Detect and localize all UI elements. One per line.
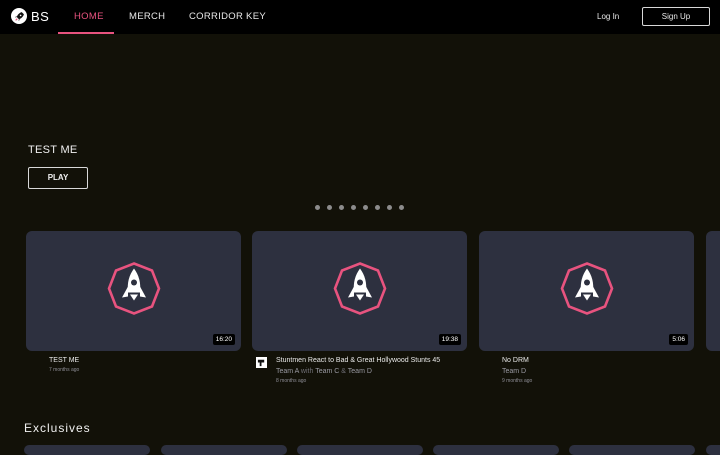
nav-merch[interactable]: MERCH — [129, 0, 165, 34]
team-link[interactable]: Team D — [348, 368, 372, 375]
video-card-meta: TEST ME 7 months ago — [49, 357, 79, 373]
nav-corridor-key[interactable]: CORRIDOR KEY — [189, 0, 266, 34]
video-title[interactable]: No DRM — [502, 357, 532, 364]
carousel-dots — [315, 205, 404, 210]
exclusive-card[interactable] — [297, 445, 423, 455]
carousel-dot[interactable] — [387, 205, 392, 210]
video-card-thumbnail[interactable]: 16:20 — [26, 231, 241, 351]
video-title[interactable]: TEST ME — [49, 357, 79, 364]
brand-logo[interactable]: BS — [11, 8, 49, 24]
carousel-dot[interactable] — [315, 205, 320, 210]
signup-button[interactable]: Sign Up — [642, 7, 710, 26]
video-date: 9 months ago — [502, 378, 533, 384]
carousel-dot[interactable] — [339, 205, 344, 210]
rocket-placeholder-icon — [106, 261, 162, 322]
carousel-dot[interactable] — [363, 205, 368, 210]
exclusive-card[interactable] — [161, 445, 287, 455]
rocket-placeholder-icon — [559, 261, 615, 322]
video-card-thumbnail[interactable]: 19:38 — [252, 231, 467, 351]
top-nav: BS HOME MERCH CORRIDOR KEY Log In Sign U… — [0, 0, 720, 34]
carousel-dot[interactable] — [351, 205, 356, 210]
rocket-logo-icon — [11, 8, 27, 24]
with-text: with — [300, 368, 314, 375]
exclusive-card[interactable] — [569, 445, 695, 455]
amp-text: & — [341, 368, 346, 375]
hero-title: TEST ME — [28, 144, 78, 156]
play-button[interactable]: PLAY — [28, 167, 88, 189]
video-card-meta: Stuntmen React to Bad & Great Hollywood … — [276, 357, 440, 384]
channel-avatar-icon[interactable] — [256, 357, 267, 368]
carousel-dot[interactable] — [375, 205, 380, 210]
duration-badge: 19:38 — [438, 334, 461, 345]
video-card-meta: No DRM Team D 9 months ago — [502, 357, 532, 384]
section-title-exclusives: Exclusives — [24, 421, 91, 435]
duration-badge: 16:20 — [212, 334, 235, 345]
active-nav-indicator — [58, 32, 114, 34]
exclusive-card[interactable] — [24, 445, 150, 455]
video-title[interactable]: Stuntmen React to Bad & Great Hollywood … — [276, 357, 440, 364]
carousel-dot[interactable] — [327, 205, 332, 210]
video-card-partial[interactable] — [706, 231, 720, 351]
video-card-thumbnail[interactable]: 5:06 — [479, 231, 694, 351]
video-team[interactable]: Team D — [502, 368, 532, 375]
login-link[interactable]: Log In — [597, 0, 619, 34]
exclusive-card[interactable] — [433, 445, 559, 455]
team-link[interactable]: Team A — [276, 368, 299, 375]
nav-home[interactable]: HOME — [74, 0, 104, 34]
brand-name: BS — [31, 8, 50, 24]
team-link[interactable]: Team C — [315, 368, 339, 375]
video-date: 8 months ago — [276, 378, 307, 384]
exclusive-card[interactable] — [706, 445, 720, 455]
carousel-dot[interactable] — [399, 205, 404, 210]
video-teams: Team A with Team C & Team D — [276, 368, 440, 375]
duration-badge: 5:06 — [669, 334, 688, 345]
rocket-placeholder-icon — [332, 261, 388, 322]
video-date: 7 months ago — [49, 367, 80, 373]
